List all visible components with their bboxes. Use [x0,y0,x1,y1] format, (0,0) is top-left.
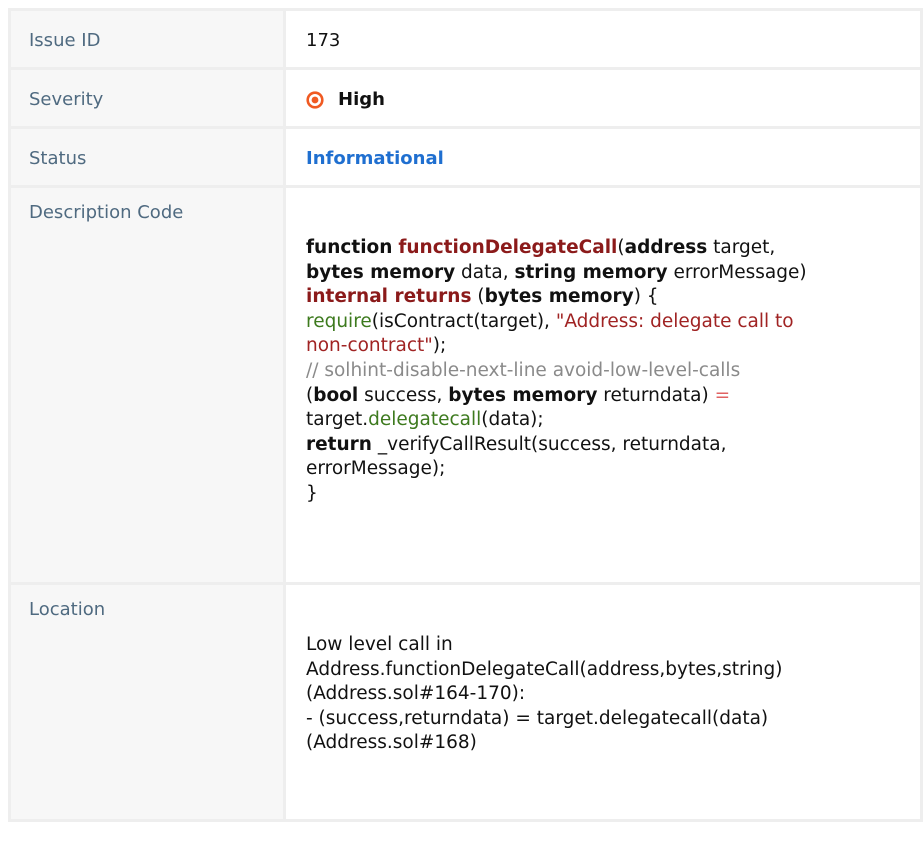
code-line-9: return _verifyCallResult(success, return… [306,433,920,458]
code-line-7: (bool success, bytes memory returndata) … [306,384,920,409]
severity-value-wrap: High [306,89,920,110]
code-line-4: require(isContract(target), "Address: de… [306,310,920,335]
description-label: Description Code [8,185,286,585]
issue-id-label: Issue ID [8,8,286,70]
severity-value: High [338,89,385,110]
code-token: ( [617,237,625,258]
code-token: errorMessage) [667,261,807,283]
severity-cell: High [283,67,923,129]
location-line: - (success,returndata) = target.delegate… [306,707,769,729]
code-token: (data); [481,409,544,431]
code-token: bool [313,384,359,406]
severity-high-icon [306,90,324,109]
location-row: Location Low level call in Address.funct… [8,582,923,822]
location-line: Address.functionDelegateCall(address,byt… [306,658,783,680]
code-line-11: } [306,482,920,507]
code-token: errorMessage); [306,458,446,480]
code-line-10: errorMessage); [306,457,920,482]
code-line-5: non-contract"); [306,334,920,359]
description-code: function functionDelegateCall(address ta… [283,185,923,585]
code-token: "Address: delegate call to [555,310,794,332]
code-token: target, [707,237,776,258]
status-value: Informational [306,148,444,169]
code-token: ) { [633,286,659,308]
severity-label: Severity [8,67,286,129]
issue-id-value: 173 [283,8,923,70]
code-token: string memory [514,261,668,283]
code-token: ( [471,286,485,308]
code-token: _verifyCallResult(success, returndata, [371,433,727,455]
severity-row: Severity High [8,67,923,129]
location-line: (Address.sol#168) [306,732,477,754]
code-token: = [714,384,731,406]
code-token: ); [432,335,447,357]
location-label: Location [8,582,286,822]
status-row: Status Informational [8,126,923,188]
code-token: bytes memory [306,261,456,283]
location-line: Low level call in [306,634,453,655]
issue-detail-table: Issue ID 173 Severity High Status Inform… [8,8,923,822]
code-token: address [624,237,708,258]
code-comment: // solhint-disable-next-line avoid-low-l… [306,359,741,381]
code-token: function [306,237,393,258]
code-token: functionDelegateCall [398,237,618,258]
code-line-6: // solhint-disable-next-line avoid-low-l… [306,359,920,384]
description-row: Description Code function functionDelega… [8,185,923,585]
status-cell: Informational [283,126,923,188]
code-line-8: target.delegatecall(data); [306,408,920,433]
code-token: non-contract" [306,335,433,357]
code-line-3: internal returns (bytes memory) { [306,285,920,310]
code-token: bytes memory [448,384,598,406]
code-token: } [306,482,318,504]
code-token: internal returns [306,286,472,308]
code-token: return [306,433,372,455]
code-line-1: function functionDelegateCall(address ta… [306,236,920,261]
issue-table: Issue ID 173 Severity High Status Inform… [8,8,923,822]
code-token: delegatecall [368,409,482,431]
code-token: data, [455,261,515,283]
code-token: returndata) [597,384,715,406]
code-line-2: bytes memory data, string memory errorMe… [306,261,920,286]
code-token: require [306,310,372,332]
location-line: (Address.sol#164-170): [306,683,526,705]
code-token: target. [306,409,369,431]
code-token: bytes memory [484,286,634,308]
status-label: Status [8,126,286,188]
code-token: success, [358,384,449,406]
code-token: (isContract(target), [371,310,556,332]
location-value: Low level call in Address.functionDelega… [283,582,923,822]
issue-id-row: Issue ID 173 [8,8,923,70]
